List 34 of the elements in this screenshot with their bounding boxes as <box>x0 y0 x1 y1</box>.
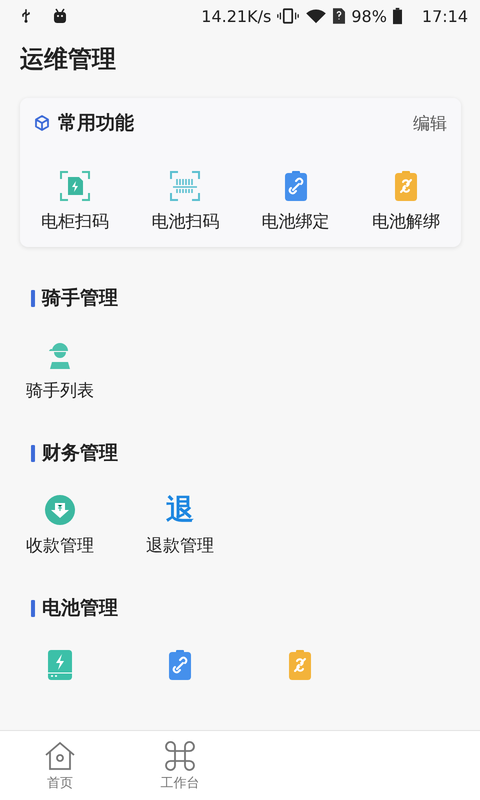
sim-card-icon <box>333 8 346 24</box>
feature-label[interactable]: 电池解绑 <box>372 210 440 233</box>
clock: 17:14 <box>422 6 468 26</box>
refund-glyph-icon[interactable]: 退 <box>166 494 194 526</box>
download-coin-icon[interactable] <box>44 494 76 526</box>
section-marker <box>31 444 35 462</box>
nav-tab[interactable]: 工作台 <box>120 731 240 800</box>
feature-label[interactable]: 骑手列表 <box>26 379 94 402</box>
card-title: 常用功能 <box>58 111 134 136</box>
cabinet-scan-icon[interactable] <box>59 170 92 202</box>
feature-label[interactable]: 电池扫码 <box>151 210 220 233</box>
section-title: 电池管理 <box>42 596 118 621</box>
vibrate-icon <box>277 8 300 24</box>
command-icon <box>164 740 196 772</box>
feature-label[interactable]: 电柜扫码 <box>41 210 110 233</box>
cube-icon <box>34 115 50 131</box>
edit-link[interactable]: 编辑 <box>413 112 447 134</box>
page-title: 运维管理 <box>20 44 117 75</box>
barcode-scan-icon[interactable] <box>169 170 202 202</box>
battery-icon <box>392 7 402 25</box>
home-icon <box>44 740 76 772</box>
android-icon <box>52 8 68 24</box>
section-marker <box>31 290 35 306</box>
battery-percent: 98% <box>351 6 387 26</box>
feature-label[interactable]: 收款管理 <box>26 534 94 557</box>
nav-tab[interactable]: 首页 <box>0 731 120 800</box>
section-marker <box>31 600 35 616</box>
usb-icon <box>20 8 32 24</box>
section-title: 财务管理 <box>42 441 118 466</box>
network-speed: 14.21K/s <box>201 6 272 26</box>
section-title: 骑手管理 <box>42 286 118 311</box>
wifi-icon <box>305 8 328 24</box>
feature-label[interactable]: 电池绑定 <box>262 210 330 233</box>
feature-label[interactable]: 退款管理 <box>146 534 214 557</box>
